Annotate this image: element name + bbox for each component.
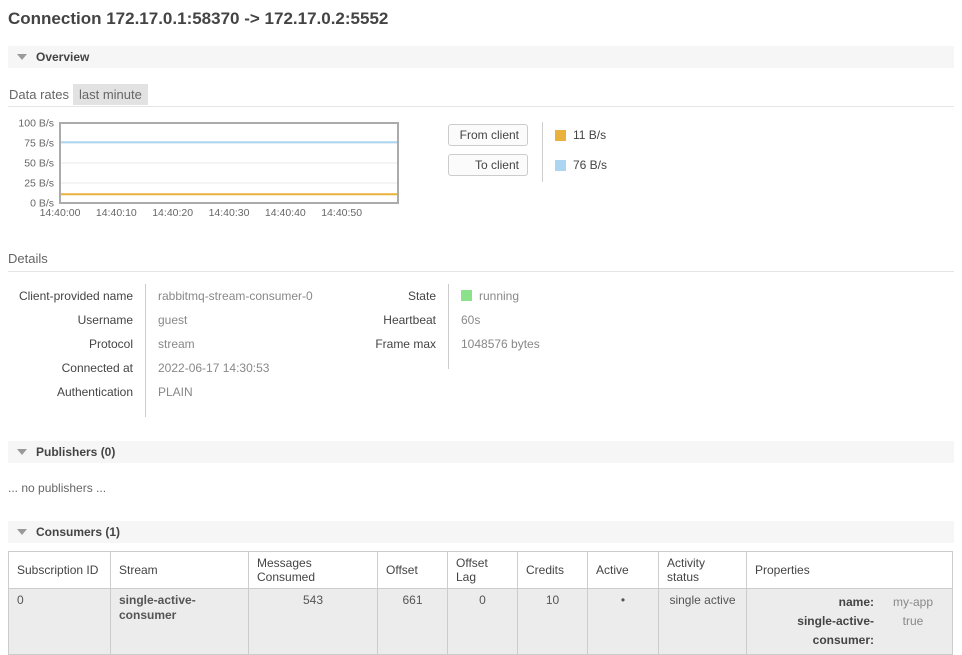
col-messages-consumed: Messages Consumed (249, 552, 378, 589)
collapse-arrow-icon (17, 449, 27, 455)
detail-row-connected-at: Connected at 2022-06-17 14:30:53 (8, 356, 360, 380)
consumers-table: Subscription ID Stream Messages Consumed… (8, 551, 953, 655)
detail-value: stream (145, 332, 360, 356)
data-rates-tabbar: Data rates last minute (8, 85, 954, 107)
legend-entry-to-client: 76 B/s (555, 154, 607, 176)
data-rates-label: Data rates (9, 87, 69, 102)
detail-value: 2022-06-17 14:30:53 (145, 356, 360, 380)
to-client-swatch-icon (555, 160, 566, 171)
state-text: running (479, 289, 519, 303)
detail-value: running (448, 284, 540, 308)
col-active: Active (588, 552, 659, 589)
from-client-rate: 11 B/s (573, 128, 606, 142)
cell-active: • (588, 589, 659, 655)
property-key: name: (755, 593, 882, 612)
detail-row-client-provided-name: Client-provided name rabbitmq-stream-con… (8, 284, 360, 308)
legend-divider (542, 122, 543, 182)
detail-row-protocol: Protocol stream (8, 332, 360, 356)
property-value: my-app (882, 593, 944, 612)
detail-row-heartbeat: Heartbeat 60s (360, 308, 540, 332)
col-credits: Credits (518, 552, 588, 589)
data-rates-mode-tab[interactable]: last minute (73, 84, 148, 105)
section-overview-header[interactable]: Overview (8, 46, 954, 68)
legend-entry-from-client: 11 B/s (555, 124, 607, 146)
detail-value: guest (145, 308, 360, 332)
state-running-icon (461, 290, 472, 301)
detail-label: Client-provided name (8, 284, 145, 308)
cell-offset-lag: 0 (448, 589, 518, 655)
col-offset-lag: Offset Lag (448, 552, 518, 589)
detail-row-frame-max: Frame max 1048576 bytes (360, 332, 540, 356)
detail-label: Connected at (8, 356, 145, 380)
cell-subscription-id: 0 (9, 589, 111, 655)
col-stream: Stream (111, 552, 249, 589)
detail-label: State (360, 284, 448, 308)
from-client-swatch-icon (555, 130, 566, 141)
col-properties: Properties (747, 552, 953, 589)
cell-activity-status: single active (659, 589, 747, 655)
cell-credits: 10 (518, 589, 588, 655)
to-client-rate: 76 B/s (573, 158, 607, 172)
details-label: Details (8, 251, 954, 272)
svg-text:50 B/s: 50 B/s (24, 158, 54, 170)
collapse-arrow-icon (17, 529, 27, 535)
section-consumers-header[interactable]: Consumers (1) (8, 521, 954, 543)
consumers-table-header-row: Subscription ID Stream Messages Consumed… (9, 552, 953, 589)
section-publishers-label: Publishers (0) (36, 445, 115, 459)
detail-value: 1048576 bytes (448, 332, 540, 356)
col-offset: Offset (378, 552, 448, 589)
to-client-button[interactable]: To client (448, 154, 528, 176)
detail-value: rabbitmq-stream-consumer-0 (145, 284, 360, 308)
page-title: Connection 172.17.0.1:58370 -> 172.17.0.… (8, 9, 954, 29)
svg-text:14:40:00: 14:40:00 (40, 207, 81, 219)
svg-text:14:40:30: 14:40:30 (209, 207, 250, 219)
property-row: single-active-consumer: true (755, 612, 944, 650)
svg-text:14:40:50: 14:40:50 (321, 207, 362, 219)
section-publishers-header[interactable]: Publishers (0) (8, 441, 954, 463)
cell-stream: single-active-consumer (111, 589, 249, 655)
cell-offset: 661 (378, 589, 448, 655)
detail-label: Frame max (360, 332, 448, 356)
svg-text:14:40:20: 14:40:20 (152, 207, 193, 219)
svg-text:14:40:40: 14:40:40 (265, 207, 306, 219)
property-row: name: my-app (755, 593, 944, 612)
section-overview-label: Overview (36, 50, 89, 64)
col-subscription-id: Subscription ID (9, 552, 111, 589)
svg-text:14:40:10: 14:40:10 (96, 207, 137, 219)
svg-text:25 B/s: 25 B/s (24, 178, 54, 190)
svg-text:100 B/s: 100 B/s (18, 119, 54, 130)
no-publishers-text: ... no publishers ... (8, 481, 954, 495)
detail-row-username: Username guest (8, 308, 360, 332)
detail-label: Protocol (8, 332, 145, 356)
rate-chart: 100 B/s75 B/s50 B/s25 B/s0 B/s14:40:0014… (8, 119, 408, 221)
collapse-arrow-icon (17, 54, 27, 60)
cell-properties: name: my-app single-active-consumer: tru… (747, 589, 953, 655)
detail-label: Username (8, 308, 145, 332)
detail-label: Heartbeat (360, 308, 448, 332)
detail-row-state: State running (360, 284, 540, 308)
detail-value: 60s (448, 308, 540, 332)
detail-label: Authentication (8, 380, 145, 404)
details-grid: Client-provided name rabbitmq-stream-con… (8, 284, 954, 417)
property-value: true (882, 612, 944, 650)
section-consumers-label: Consumers (1) (36, 525, 120, 539)
property-key: single-active-consumer: (755, 612, 882, 650)
col-activity-status: Activity status (659, 552, 747, 589)
from-client-button[interactable]: From client (448, 124, 528, 146)
cell-messages-consumed: 543 (249, 589, 378, 655)
detail-value: PLAIN (145, 380, 360, 404)
consumer-row: 0 single-active-consumer 543 661 0 10 • … (9, 589, 953, 655)
detail-row-authentication: Authentication PLAIN (8, 380, 360, 404)
svg-text:75 B/s: 75 B/s (24, 138, 54, 150)
